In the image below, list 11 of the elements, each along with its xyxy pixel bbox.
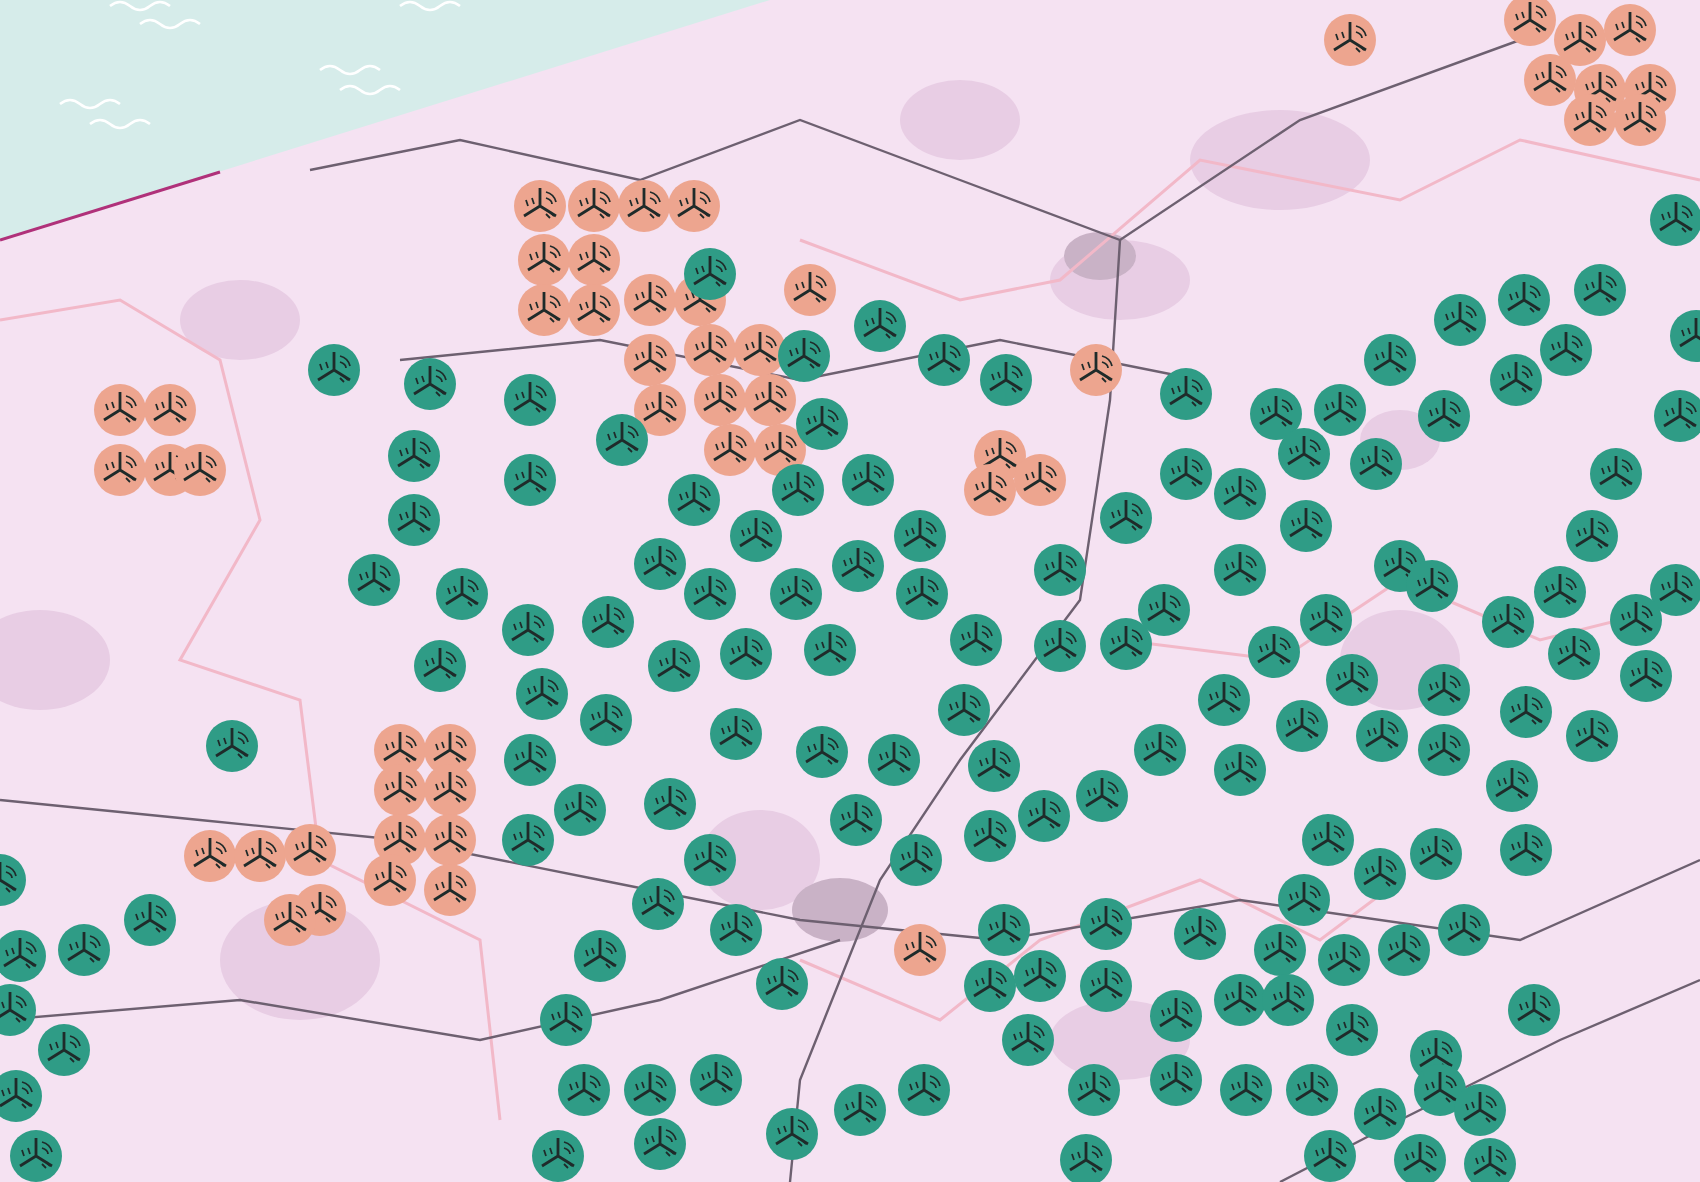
land-patch (900, 80, 1020, 160)
town-area (792, 878, 888, 942)
wave-icon (319, 64, 381, 76)
town-area (1064, 232, 1136, 280)
wave-icon (59, 98, 121, 110)
land-patch (180, 280, 300, 360)
wave-icon (109, 0, 171, 12)
wave-icon (89, 118, 151, 130)
wave-icon (399, 0, 461, 12)
wave-icon (339, 84, 401, 96)
wave-icon (139, 18, 201, 30)
